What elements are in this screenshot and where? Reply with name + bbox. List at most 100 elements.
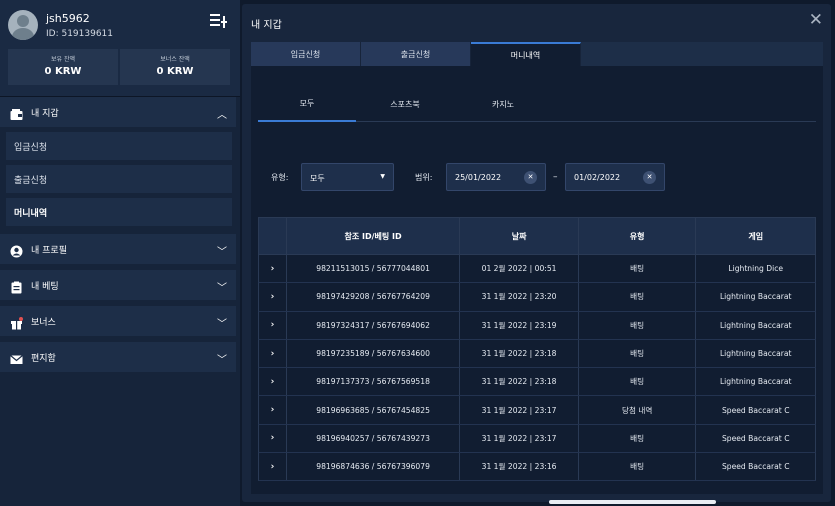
- row-type: 배팅: [579, 283, 697, 311]
- expand-row-icon[interactable]: ›: [259, 311, 287, 339]
- row-date: 01 2월 2022 | 00:51: [460, 255, 579, 283]
- date-from-field[interactable]: 25/01/2022 ✕: [446, 163, 546, 191]
- scrollbar[interactable]: [549, 500, 716, 504]
- expand-row-icon[interactable]: ›: [259, 283, 287, 311]
- header-expand: [259, 218, 287, 254]
- subtab-sportsbook[interactable]: 스포츠북: [356, 86, 454, 122]
- user-icon: [10, 243, 23, 257]
- nav-mailbox-label: 편지함: [31, 353, 56, 364]
- expand-row-icon[interactable]: ›: [259, 339, 287, 368]
- clear-icon[interactable]: ✕: [524, 171, 537, 184]
- tab-deposit[interactable]: 입금신청: [251, 42, 361, 66]
- row-ref-id: 98197137373 / 56767569518: [287, 368, 461, 396]
- sidebar: jsh5962 ID: 519139611 보유 잔액 0 KRW 보너스 잔액…: [0, 0, 240, 506]
- row-ref-id: 98197324317 / 56767694062: [287, 311, 461, 339]
- nav-bonus[interactable]: 보너스 ﹀: [0, 306, 236, 336]
- close-icon[interactable]: ✕: [809, 12, 823, 29]
- category-tabs: 모두 스포츠북 카지노: [258, 86, 816, 122]
- header-ref-id: 참조 ID/베팅 ID: [287, 218, 461, 254]
- tab-withdraw[interactable]: 출금신청: [361, 42, 471, 66]
- wallet-icon: [10, 106, 23, 120]
- range-filter-label: 범위:: [415, 173, 433, 182]
- wallet-panel: 내 지갑 ✕ 입금신청 출금신청 머니내역 모두 스포츠북 카지노 유형: 모두…: [242, 4, 831, 504]
- header-date: 날짜: [460, 218, 579, 254]
- bonus-balance-label: 보너스 잔액: [160, 56, 190, 63]
- chevron-up-icon: ︿: [217, 110, 227, 121]
- clear-icon[interactable]: ✕: [643, 171, 656, 184]
- type-select[interactable]: 모두 ▼: [301, 163, 394, 191]
- envelope-icon: [10, 351, 23, 364]
- row-type: 배팅: [579, 255, 697, 283]
- table-row[interactable]: › 98196963685 / 56767454825 31 1월 2022 | 2…: [258, 396, 816, 425]
- nav-mailbox[interactable]: 편지함 ﹀: [0, 342, 236, 372]
- row-date: 31 1월 2022 | 23:17: [460, 396, 579, 424]
- row-type: 배팅: [579, 339, 697, 368]
- chevron-down-icon: ﹀: [217, 355, 227, 366]
- gift-icon: [10, 315, 23, 329]
- table-row[interactable]: › 98196874636 / 56767396079 31 1월 2022 | 2…: [258, 453, 816, 482]
- table-row[interactable]: › 98196940257 / 56767439273 31 1월 2022 | 2…: [258, 424, 816, 454]
- filters: 유형: 모두 ▼ 범위: 25/01/2022 ✕ – 01/02/2022 ✕: [251, 163, 823, 191]
- money-history-content: 모두 스포츠북 카지노 유형: 모두 ▼ 범위: 25/01/2022 ✕ – …: [251, 66, 823, 494]
- balances: 보유 잔액 0 KRW 보너스 잔액 0 KRW: [8, 49, 230, 85]
- row-game: Lightning Baccarat: [719, 377, 792, 387]
- row-type: 당첨 내역: [579, 396, 697, 424]
- subtab-casino[interactable]: 카지노: [454, 86, 552, 122]
- table-row[interactable]: › 98197324317 / 56767694062 31 1월 2022 | 2…: [258, 311, 816, 340]
- avatar[interactable]: [8, 10, 38, 40]
- nav-wallet[interactable]: 내 지갑 ︿: [0, 97, 236, 127]
- nav-profile[interactable]: 내 프로필 ﹀: [0, 234, 236, 264]
- row-game: Speed Baccarat C: [721, 433, 790, 443]
- row-date: 31 1월 2022 | 23:18: [460, 368, 579, 396]
- row-game: Lightning Baccarat: [719, 349, 792, 359]
- row-date: 31 1월 2022 | 23:17: [460, 424, 579, 453]
- history-table: 참조 ID/베팅 ID 날짜 유형 게임 › 98211513015 / 5677…: [258, 217, 816, 482]
- tab-money-history[interactable]: 머니내역: [471, 42, 581, 66]
- type-filter-label: 유형:: [271, 173, 289, 182]
- date-to-value: 01/02/2022: [574, 173, 621, 182]
- nav-betting-label: 내 베팅: [31, 281, 59, 292]
- chevron-down-icon: ﹀: [217, 247, 227, 258]
- table-header: 참조 ID/베팅 ID 날짜 유형 게임: [258, 217, 816, 255]
- expand-row-icon[interactable]: ›: [259, 453, 287, 481]
- table-row[interactable]: › 98197235189 / 56767634600 31 1월 2022 | 2…: [258, 339, 816, 369]
- clipboard-icon: [10, 279, 23, 293]
- row-game: Speed Baccarat C: [721, 462, 790, 472]
- row-type: 배팅: [579, 311, 697, 339]
- date-from-value: 25/01/2022: [455, 173, 502, 182]
- table-row[interactable]: › 98197137373 / 56767569518 31 1월 2022 | 2…: [258, 368, 816, 397]
- nav-profile-label: 내 프로필: [31, 245, 67, 256]
- row-game: Lightning Baccarat: [719, 292, 792, 302]
- expand-row-icon[interactable]: ›: [259, 368, 287, 396]
- sidebar-item-money-history[interactable]: 머니내역: [6, 198, 232, 226]
- balance-value: 0 KRW: [44, 66, 82, 77]
- expand-row-icon[interactable]: ›: [259, 396, 287, 424]
- row-date: 31 1월 2022 | 23:18: [460, 339, 579, 368]
- menu-collapse-icon[interactable]: [210, 14, 228, 30]
- header-type: 유형: [579, 218, 697, 254]
- row-ref-id: 98196874636 / 56767396079: [287, 453, 461, 481]
- table-row[interactable]: › 98197429208 / 56767764209 31 1월 2022 | 2…: [258, 283, 816, 312]
- row-date: 31 1월 2022 | 23:20: [460, 283, 579, 311]
- wallet-tabs: 입금신청 출금신청 머니내역: [251, 42, 823, 66]
- subtab-all[interactable]: 모두: [258, 86, 356, 122]
- balance-label: 보유 잔액: [51, 56, 75, 63]
- expand-row-icon[interactable]: ›: [259, 255, 287, 283]
- panel-title: 내 지갑: [251, 20, 282, 31]
- expand-row-icon[interactable]: ›: [259, 424, 287, 453]
- row-date: 31 1월 2022 | 23:19: [460, 311, 579, 339]
- nav-betting[interactable]: 내 베팅 ﹀: [0, 270, 236, 300]
- caret-down-icon: ▼: [380, 173, 385, 180]
- profile-card: jsh5962 ID: 519139611 보유 잔액 0 KRW 보너스 잔액…: [0, 0, 240, 97]
- row-game: Lightning Baccarat: [719, 320, 792, 330]
- row-ref-id: 98197429208 / 56767764209: [287, 283, 461, 311]
- sidebar-item-deposit[interactable]: 입금신청: [6, 132, 232, 160]
- table-row[interactable]: › 98211513015 / 56777044801 01 2월 2022 | 0…: [258, 255, 816, 284]
- date-to-field[interactable]: 01/02/2022 ✕: [565, 163, 665, 191]
- sidebar-item-withdraw[interactable]: 출금신청: [6, 165, 232, 193]
- chevron-down-icon: ﹀: [217, 283, 227, 294]
- range-separator: –: [553, 172, 558, 182]
- row-ref-id: 98211513015 / 56777044801: [287, 255, 461, 283]
- nav-wallet-label: 내 지갑: [31, 108, 59, 119]
- row-ref-id: 98197235189 / 56767634600: [287, 339, 461, 368]
